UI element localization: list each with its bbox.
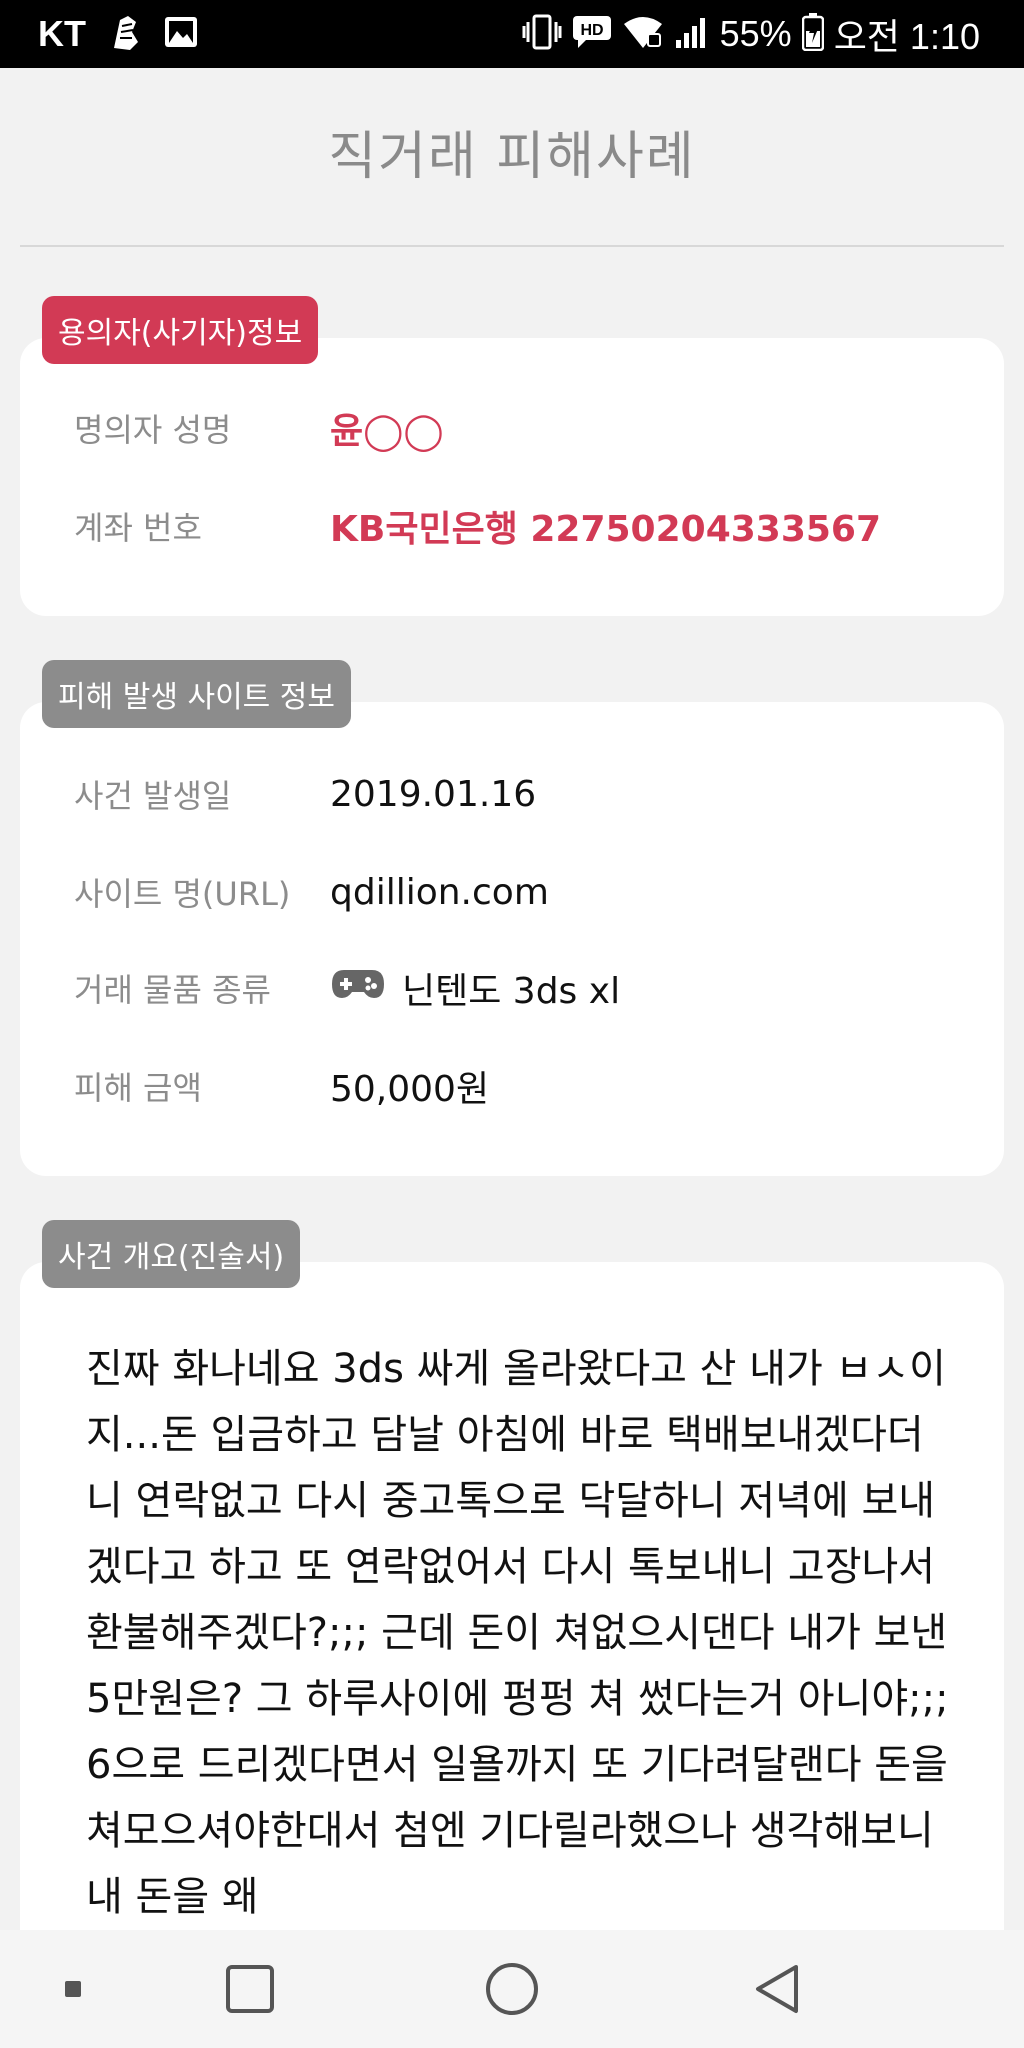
site-info-badge: 피해 발생 사이트 정보 <box>42 660 352 728</box>
damage-amount-value: 50,000원 <box>330 1069 490 1110</box>
statement-badge: 사건 개요(진술서) <box>42 1220 301 1288</box>
hd-icon: HD <box>572 14 612 54</box>
item-type-value: 닌텐도 3ds xl <box>402 971 621 1012</box>
header-divider <box>20 245 1004 247</box>
suspect-info-badge: 용의자(사기자)정보 <box>42 296 319 364</box>
damage-amount-row: 피해 금액 50,000원 <box>74 1056 489 1116</box>
site-info-card: 사건 발생일 2019.01.16 사이트 명(URL) qdillion.co… <box>20 702 1004 1176</box>
suspect-account-value: KB국민은행 22750204333567 <box>330 509 882 550</box>
vibrate-icon <box>522 14 562 54</box>
clock: 오전 1:10 <box>833 16 980 57</box>
overview-square-icon[interactable] <box>210 1930 290 2048</box>
damage-amount-label: 피해 금액 <box>74 1069 202 1107</box>
statement-card: 진짜 화나네요 3ds 싸게 올라왔다고 산 내가 ㅂㅅ이지...돈 입금하고 … <box>20 1262 1004 1982</box>
page-header: 직거래 피해사례 <box>0 68 1024 247</box>
back-triangle-icon[interactable] <box>736 1930 816 2048</box>
battery-percent: 55% <box>719 13 792 54</box>
suspect-name-row: 명의자 성명 윤◯◯ <box>74 398 444 458</box>
site-url-label: 사이트 명(URL) <box>74 875 291 913</box>
item-type-label: 거래 물품 종류 <box>74 971 271 1009</box>
site-url-value: qdillion.com <box>330 871 549 913</box>
status-bar: KT HD 55% 오전 1:10 <box>0 0 1024 68</box>
suspect-account-label: 계좌 번호 <box>74 509 202 547</box>
home-circle-icon[interactable] <box>472 1930 552 2048</box>
carrier-label: KT <box>38 13 86 54</box>
statement-text: 진짜 화나네요 3ds 싸게 올라왔다고 산 내가 ㅂㅅ이지...돈 입금하고 … <box>86 1346 949 1920</box>
recent-apps-dot-icon[interactable] <box>48 1930 98 2048</box>
incident-date-row: 사건 발생일 2019.01.16 <box>74 764 536 824</box>
navigation-bar <box>0 1930 1024 2048</box>
suspect-name-value: 윤◯◯ <box>330 411 444 452</box>
battery-icon <box>801 13 824 55</box>
suspect-name-label: 명의자 성명 <box>74 411 232 449</box>
svg-text:HD: HD <box>580 22 603 39</box>
wifi-icon <box>622 14 664 54</box>
signal-icon <box>674 14 710 54</box>
gamepad-icon <box>330 968 386 1009</box>
page-title: 직거래 피해사례 <box>328 127 696 187</box>
incident-date-value: 2019.01.16 <box>330 773 537 815</box>
item-type-value-wrap: 닌텐도 3ds xl <box>330 962 620 1014</box>
running-shoe-icon <box>108 12 142 56</box>
image-icon <box>164 16 198 52</box>
site-url-row: 사이트 명(URL) qdillion.com <box>74 862 549 922</box>
suspect-account-row: 계좌 번호 KB국민은행 22750204333567 <box>74 496 881 556</box>
incident-date-label: 사건 발생일 <box>74 777 232 815</box>
item-type-row: 거래 물품 종류 닌텐도 3ds xl <box>74 958 620 1018</box>
suspect-info-card: 명의자 성명 윤◯◯ 계좌 번호 KB국민은행 22750204333567 <box>20 338 1004 616</box>
